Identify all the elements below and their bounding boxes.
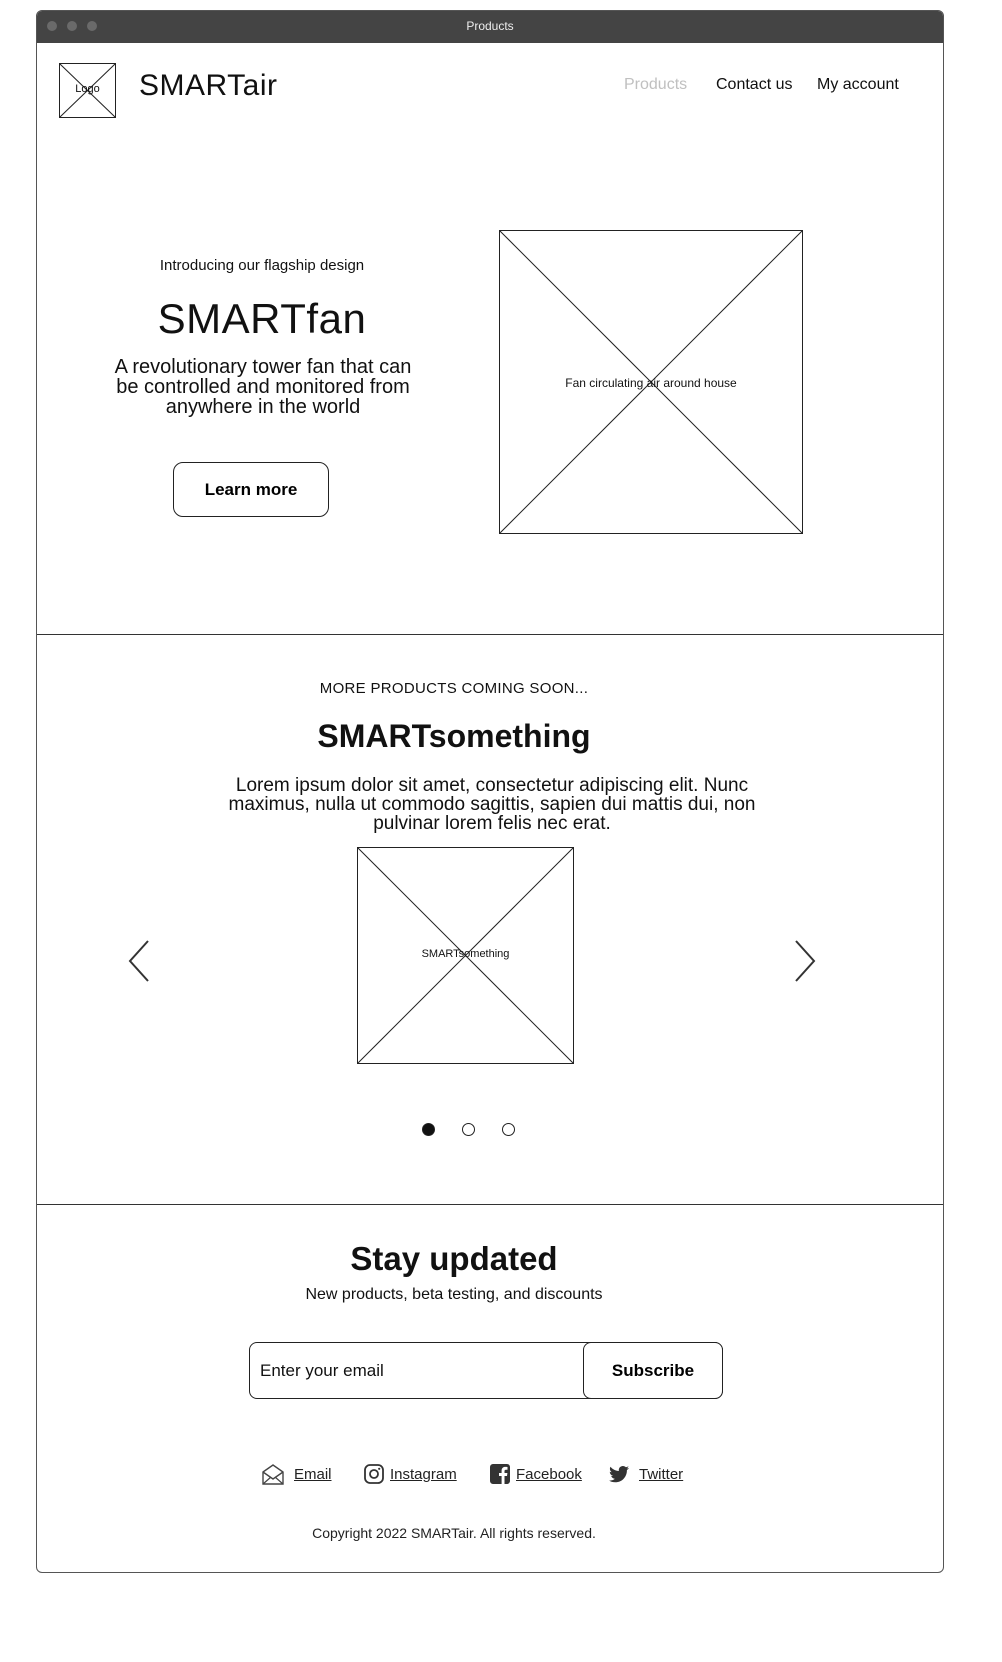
instagram-icon — [364, 1464, 384, 1484]
hero-eyebrow: Introducing our flagship design — [159, 257, 365, 274]
window-title: Products — [466, 19, 514, 33]
brand-name[interactable]: SMARTair — [139, 69, 277, 103]
newsletter-subtitle: New products, beta testing, and discount… — [305, 1286, 603, 1303]
chevron-right-icon — [795, 940, 816, 982]
nav-contact-us[interactable]: Contact us — [716, 76, 792, 94]
social-email-label: Email — [294, 1466, 332, 1483]
carousel-dot-2[interactable] — [462, 1123, 475, 1136]
facebook-icon — [490, 1464, 510, 1484]
product-image-placeholder: SMARTsomething — [357, 847, 574, 1064]
social-twitter-label: Twitter — [639, 1466, 684, 1483]
coming-soon-eyebrow: MORE PRODUCTS COMING SOON... — [319, 680, 589, 697]
chevron-left-icon — [128, 940, 149, 982]
subscribe-button[interactable]: Subscribe — [583, 1342, 723, 1399]
copyright-text: Copyright 2022 SMARTair. All rights rese… — [312, 1525, 596, 1541]
social-instagram-label: Instagram — [390, 1466, 457, 1483]
logo-placeholder[interactable]: Logo — [59, 63, 116, 118]
nav-my-account[interactable]: My account — [817, 76, 899, 94]
coming-soon-title: SMARTsomething — [317, 718, 591, 754]
carousel-dot-1[interactable] — [422, 1123, 435, 1136]
social-facebook-label: Facebook — [516, 1466, 582, 1483]
carousel-next-button[interactable] — [780, 939, 820, 983]
newsletter-title: Stay updated — [350, 1240, 558, 1277]
hero-title: SMARTfan — [157, 295, 367, 342]
product-image-label: SMARTsomething — [421, 948, 510, 960]
hero-description: A revolutionary tower fan that can be co… — [114, 356, 412, 418]
window-maximize-dot[interactable] — [87, 21, 97, 31]
browser-window: Products Logo SMARTair Products Contact … — [36, 10, 944, 1573]
coming-soon-description: Lorem ipsum dolor sit amet, consectetur … — [228, 775, 756, 834]
window-close-dot[interactable] — [47, 21, 57, 31]
window-minimize-dot[interactable] — [67, 21, 77, 31]
section-divider — [37, 634, 943, 635]
carousel-dot-3[interactable] — [502, 1123, 515, 1136]
hero-image-label: Fan circulating air around house — [565, 376, 737, 390]
twitter-icon — [608, 1466, 629, 1483]
section-divider — [37, 1204, 943, 1205]
carousel-prev-button[interactable] — [124, 939, 164, 983]
logo-label: Logo — [75, 83, 100, 95]
title-bar: Products — [37, 11, 943, 43]
nav-products[interactable]: Products — [624, 76, 687, 94]
learn-more-button[interactable]: Learn more — [173, 462, 329, 517]
envelope-icon — [262, 1464, 284, 1485]
hero-image-placeholder: Fan circulating air around house — [499, 230, 803, 534]
